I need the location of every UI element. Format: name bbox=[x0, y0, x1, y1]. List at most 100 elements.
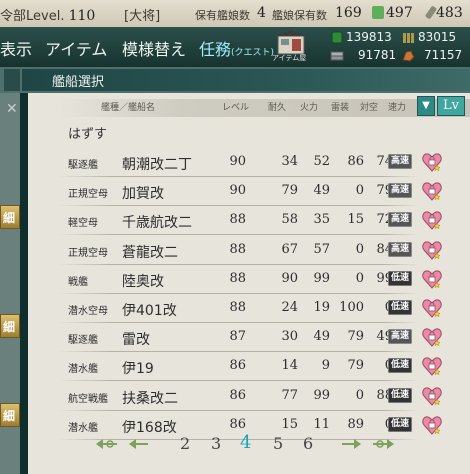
ship-row[interactable]: 正規空母 加賀改 90 79 49 0 79 高速 bbox=[58, 177, 470, 207]
header-aa[interactable]: 対空 bbox=[360, 100, 378, 113]
ship-speed-badge: 高速 bbox=[388, 154, 412, 169]
item-shop-label: アイテム屋 bbox=[272, 54, 307, 62]
fuel-amount: 139813 bbox=[346, 30, 392, 44]
menu-furniture[interactable]: 模様替え bbox=[122, 36, 186, 60]
ship-level: 90 bbox=[229, 154, 246, 169]
ship-row[interactable]: 駆逐艦 朝潮改二丁 90 34 52 86 74 高速 bbox=[58, 148, 470, 177]
remove-ship-option[interactable]: はずす bbox=[68, 123, 107, 142]
header-speed[interactable]: 速力 bbox=[388, 100, 406, 113]
ship-firepower: 99 bbox=[313, 387, 330, 403]
ship-row[interactable]: 潜水空母伊401改8824191000低速 bbox=[58, 294, 470, 323]
ammo-icon bbox=[403, 33, 414, 43]
ship-type: 正規空母 bbox=[68, 247, 108, 259]
header-level[interactable]: レベル bbox=[222, 100, 249, 113]
menu-quest-label: 任務 bbox=[199, 40, 232, 59]
owned-ships-count: 4 bbox=[257, 5, 266, 21]
close-icon[interactable]: ✕ bbox=[6, 101, 18, 117]
last-page-icon[interactable] bbox=[371, 437, 397, 451]
ship-type: 正規空母 bbox=[68, 189, 108, 201]
ship-type: 軽空母 bbox=[68, 218, 98, 230]
lock-heart-icon[interactable] bbox=[422, 355, 442, 377]
ship-name: 伊19 bbox=[122, 361, 154, 378]
side-detail-button-3[interactable]: 細 bbox=[0, 403, 20, 427]
ship-row[interactable]: 軽空母 千歳航改二 88 58 35 15 72 高速 bbox=[58, 206, 470, 236]
sort-key-label[interactable]: Lv bbox=[437, 96, 465, 116]
ship-speed-badge: 高速 bbox=[388, 183, 412, 199]
lock-heart-icon[interactable] bbox=[422, 385, 442, 407]
fuel-icon bbox=[331, 31, 343, 44]
page-4-current[interactable]: 4 bbox=[240, 432, 251, 453]
header-firepower[interactable]: 火力 bbox=[300, 100, 318, 113]
page-2[interactable]: 2 bbox=[180, 434, 190, 453]
ship-row[interactable]: 正規空母 蒼龍改二 88 67 57 0 84 高速 bbox=[58, 236, 470, 265]
ship-hp: 67 bbox=[281, 241, 298, 257]
page-6[interactable]: 6 bbox=[303, 434, 313, 453]
bauxite-icon bbox=[402, 50, 415, 62]
ship-type: 潜水空母 bbox=[68, 306, 108, 317]
ship-firepower: 9 bbox=[321, 358, 330, 374]
sort-toggle-button[interactable]: ▼ bbox=[417, 96, 435, 116]
ship-name: 蒼龍改二 bbox=[122, 244, 178, 261]
ship-firepower: 52 bbox=[313, 154, 330, 169]
ship-hp: 14 bbox=[281, 358, 298, 374]
ship-hp: 90 bbox=[281, 270, 298, 286]
ship-firepower: 11 bbox=[313, 416, 330, 432]
lock-heart-icon[interactable] bbox=[422, 326, 442, 348]
ship-level: 88 bbox=[229, 241, 246, 257]
ship-speed-badge: 低速 bbox=[388, 416, 412, 432]
ship-speed-badge: 低速 bbox=[388, 300, 412, 315]
ship-row[interactable]: 航空戦艦 扶桑改二 86 77 99 0 88 低速 bbox=[58, 382, 470, 411]
page-5[interactable]: 5 bbox=[273, 434, 283, 453]
ship-name: 陸奥改 bbox=[122, 273, 164, 290]
menu-item[interactable]: アイテム bbox=[45, 36, 107, 60]
ship-level: 86 bbox=[229, 416, 246, 432]
panel-title: 艦船選択 bbox=[52, 75, 105, 90]
ship-torpedo: 100 bbox=[339, 300, 364, 315]
ship-row[interactable]: 潜水艦伊1986149790低速 bbox=[58, 352, 470, 382]
top-status-bar: 令部Level. 110 [大将] 保有艦娘数 4 艦娘保有数 169 497 … bbox=[0, 0, 470, 28]
header-torpedo[interactable]: 雷装 bbox=[331, 100, 349, 113]
ship-hp: 15 bbox=[281, 416, 298, 432]
devmat-count: 483 bbox=[436, 5, 463, 21]
lock-heart-icon[interactable] bbox=[422, 180, 442, 202]
ship-firepower: 49 bbox=[313, 183, 330, 199]
steel-amount: 91781 bbox=[358, 48, 397, 62]
next-page-icon[interactable] bbox=[338, 437, 364, 451]
ship-hp: 77 bbox=[281, 387, 298, 403]
side-detail-button-2[interactable]: 細 bbox=[0, 314, 20, 338]
ship-level: 86 bbox=[229, 358, 246, 374]
ship-row[interactable]: 駆逐艦 雷改 87 30 49 79 49 高速 bbox=[58, 323, 470, 353]
menu-quest[interactable]: 任務(クエスト) bbox=[199, 36, 274, 60]
ship-torpedo: 0 bbox=[355, 270, 364, 286]
ship-row[interactable]: 潜水艦伊168改861511890低速 bbox=[58, 411, 470, 440]
lock-heart-icon[interactable] bbox=[422, 209, 442, 231]
ship-firepower: 99 bbox=[313, 270, 330, 286]
header-type-name[interactable]: 艦種／艦船名 bbox=[101, 100, 155, 113]
lock-heart-icon[interactable] bbox=[422, 268, 442, 290]
first-page-icon[interactable] bbox=[93, 437, 119, 451]
page-3[interactable]: 3 bbox=[211, 434, 221, 453]
header-hp[interactable]: 耐久 bbox=[268, 100, 286, 113]
owned-ships-label: 保有艦娘数 bbox=[195, 9, 250, 22]
menu-display[interactable]: 表示 bbox=[0, 36, 32, 60]
side-detail-button-1[interactable]: 細 bbox=[0, 205, 20, 229]
ship-type: 潜水艦 bbox=[68, 364, 98, 376]
ship-hp: 34 bbox=[281, 154, 298, 169]
bauxite-amount: 71157 bbox=[424, 48, 463, 62]
lock-heart-icon[interactable] bbox=[422, 297, 442, 319]
bucket-display: 497 bbox=[372, 5, 413, 21]
lock-heart-icon[interactable] bbox=[422, 151, 442, 173]
lock-heart-icon[interactable] bbox=[422, 239, 442, 261]
hq-level-value: 110 bbox=[68, 8, 96, 24]
ship-name: 伊401改 bbox=[122, 303, 177, 319]
ship-row[interactable]: 戦艦 陸奥改 88 90 99 0 99 低速 bbox=[58, 265, 470, 294]
ship-name: 扶桑改二 bbox=[122, 390, 178, 407]
ship-type: 潜水艦 bbox=[68, 422, 98, 434]
hq-level-label: 令部Level. bbox=[0, 9, 65, 24]
prev-page-icon[interactable] bbox=[126, 437, 152, 451]
ship-speed-badge: 低速 bbox=[388, 387, 412, 403]
ship-torpedo: 0 bbox=[355, 183, 364, 199]
lock-heart-icon[interactable] bbox=[422, 414, 442, 436]
ship-torpedo: 89 bbox=[347, 416, 364, 432]
ship-name: 雷改 bbox=[122, 332, 150, 349]
